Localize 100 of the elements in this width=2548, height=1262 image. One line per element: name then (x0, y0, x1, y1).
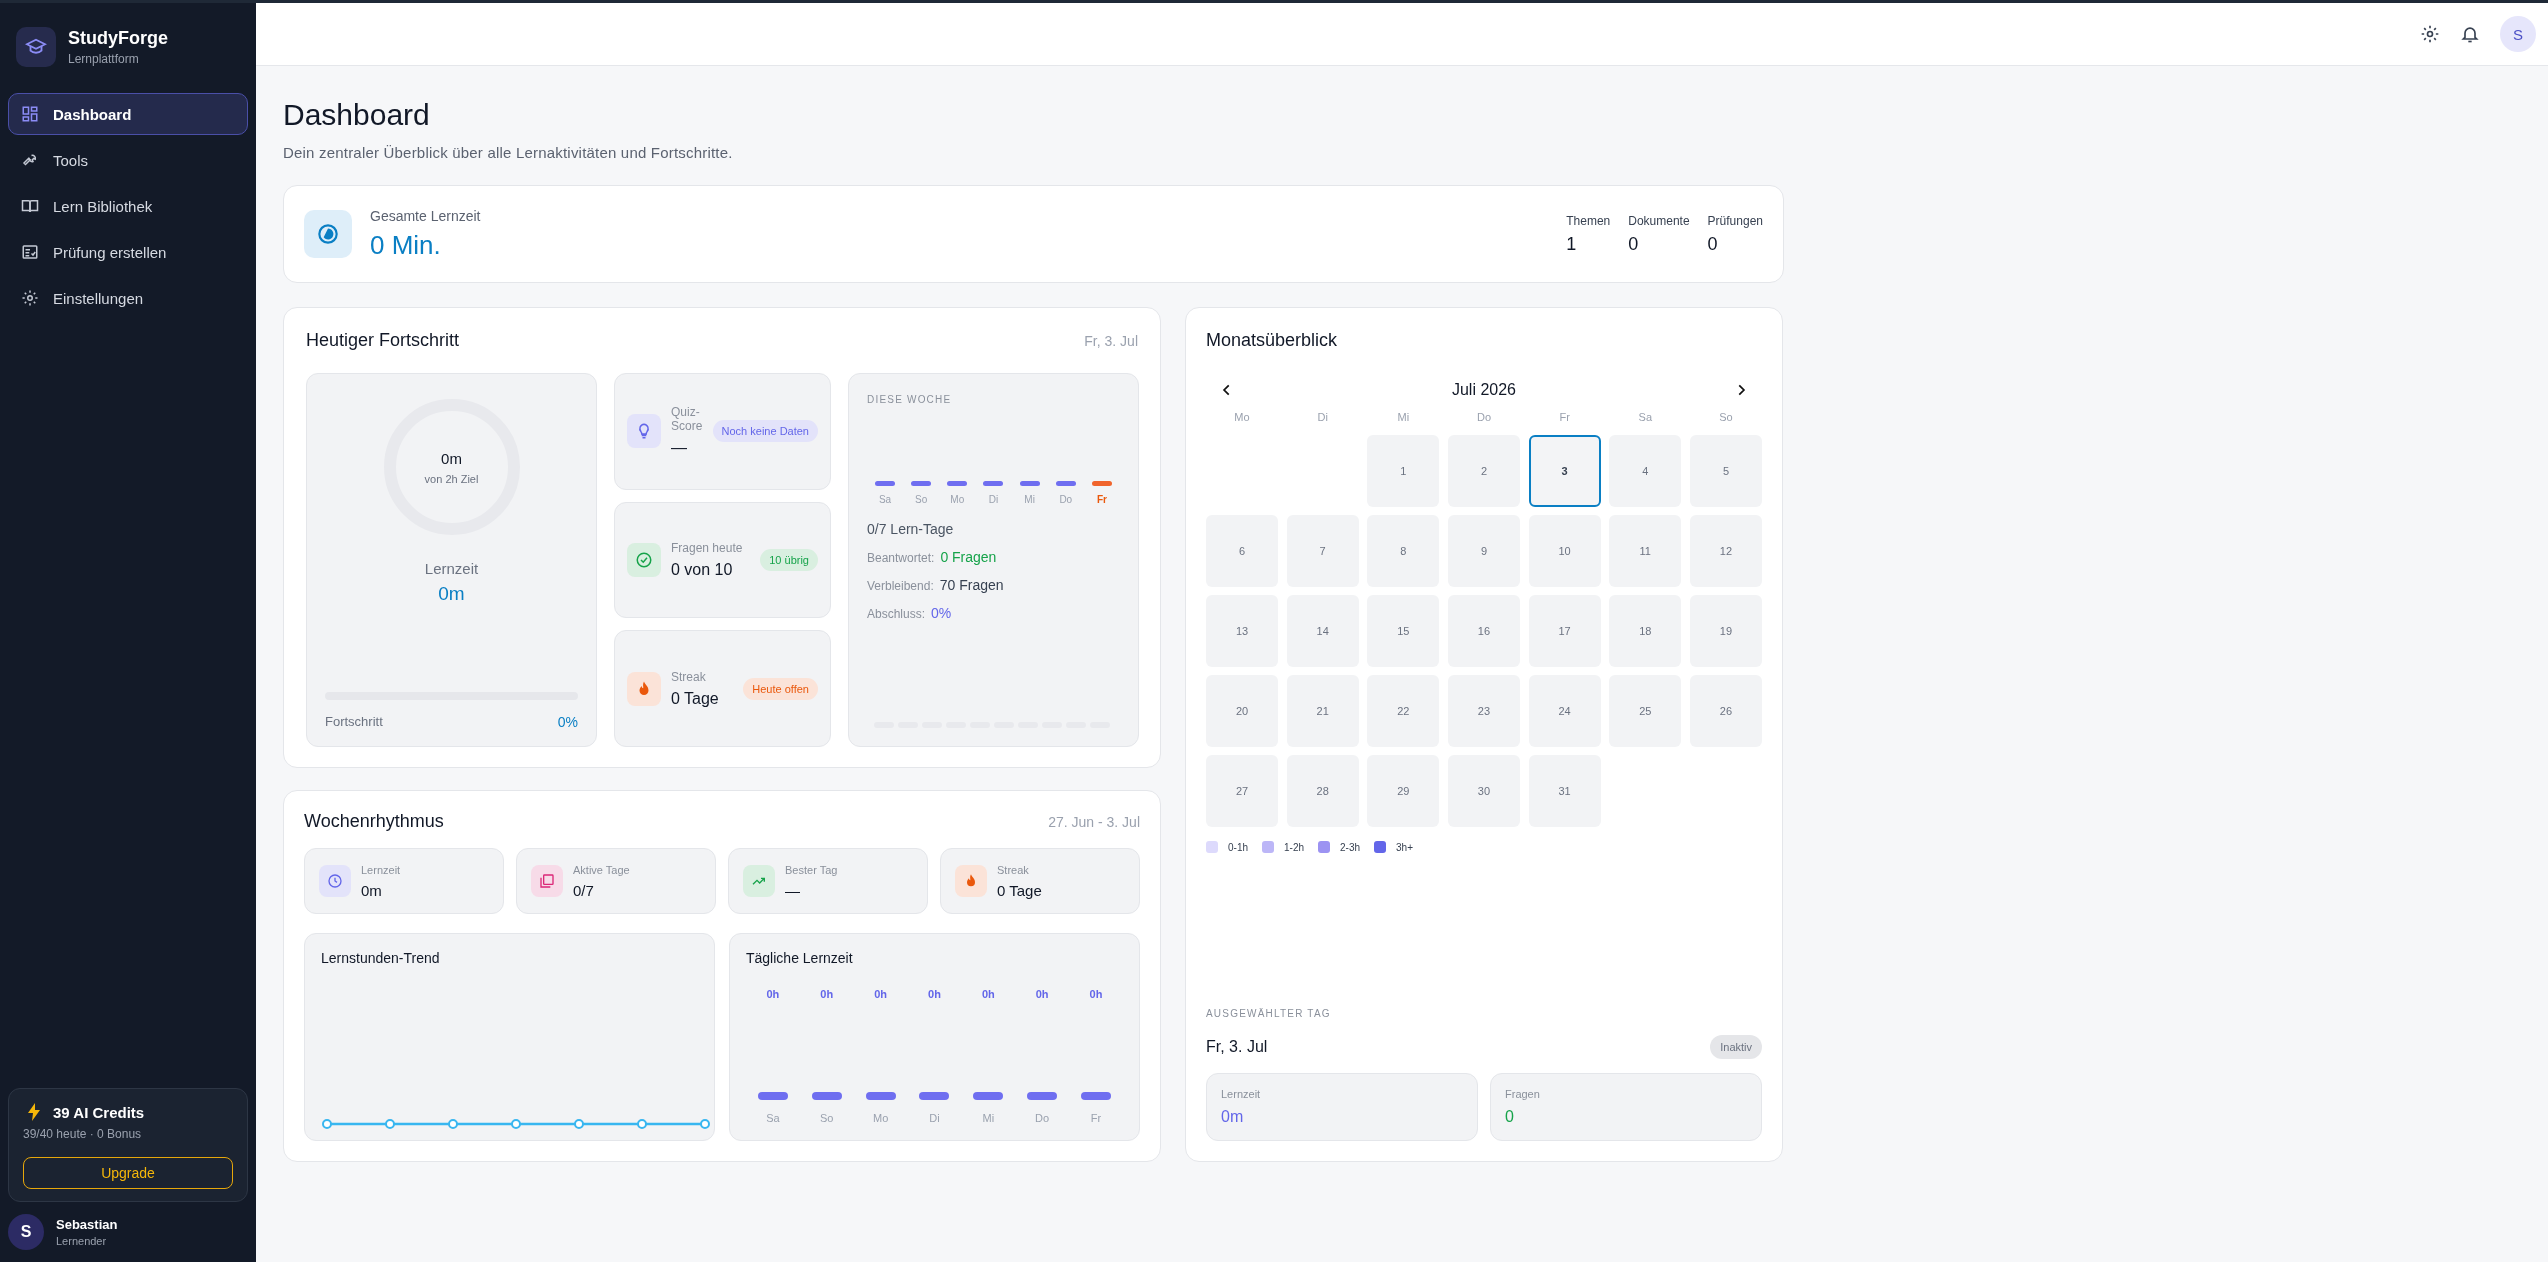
weekday-label: So (1718, 411, 1734, 425)
week-heading: DIESE WOCHE (867, 394, 953, 405)
user-role: Lernender (56, 1235, 108, 1247)
calendar-day[interactable]: 6 (1206, 515, 1278, 587)
nav-item[interactable]: Lern Bibliothek (8, 185, 248, 227)
calendar-day[interactable]: 9 (1447, 515, 1520, 587)
weekday-label: Sa (1637, 411, 1653, 425)
brand-name: StudyForge (68, 28, 168, 49)
upgrade-button[interactable]: Upgrade (23, 1157, 233, 1189)
stat-label: Lernzeit (361, 863, 402, 876)
day-label: So (915, 494, 928, 505)
calendar-day[interactable]: 14 (1286, 595, 1359, 667)
calendar-day[interactable]: 11 (1609, 515, 1682, 587)
calendar-day[interactable]: 7 (1286, 515, 1359, 587)
calendar-day[interactable]: 2 (1447, 435, 1520, 507)
user-avatar[interactable]: S (8, 1214, 44, 1250)
stat-label: Lernzeit (1221, 1088, 1262, 1100)
stat-value: 0/7 (573, 881, 595, 899)
selected-date: Fr, 3. Jul (1206, 1038, 1268, 1056)
calendar-day[interactable]: 18 (1609, 595, 1682, 667)
calendar-day[interactable]: 5 (1689, 435, 1762, 507)
calendar-day[interactable]: 16 (1447, 595, 1520, 667)
stat-label: Beantwortet: (867, 551, 935, 565)
calendar-day[interactable]: 27 (1206, 755, 1278, 827)
stat-label: Fragen (1505, 1088, 1541, 1100)
ring-value: 0m (441, 449, 462, 467)
stat-value: 1 (1566, 233, 1578, 255)
weekday-label: Fr (1558, 411, 1571, 425)
calendar-day[interactable]: 3 (1528, 435, 1601, 507)
calendar-day[interactable]: 19 (1689, 595, 1762, 667)
calendar-day[interactable]: 4 (1609, 435, 1682, 507)
nav-item[interactable]: Prüfung erstellen (8, 231, 248, 273)
status-badge: Noch keine Daten (712, 420, 818, 443)
value-label: 0h (874, 988, 888, 1000)
tile-label: Fragen heute (671, 541, 744, 555)
day-label: Fr (1096, 494, 1107, 505)
bar (973, 1092, 1004, 1100)
stat-value: 0% (931, 605, 952, 621)
status-badge: 10 übrig (760, 549, 818, 571)
bar (919, 1092, 950, 1100)
calendar-day[interactable]: 8 (1367, 515, 1440, 587)
card-title: Wochenrhythmus (304, 811, 444, 832)
day-label: Do (1035, 1112, 1050, 1124)
calendar-day[interactable]: 21 (1286, 675, 1359, 747)
calendar-day[interactable]: 12 (1689, 515, 1762, 587)
nav-item[interactable]: Tools (8, 139, 248, 181)
summary-value: 0 Min. (370, 229, 442, 261)
bar (1081, 1092, 1111, 1100)
day-label: Di (988, 494, 999, 505)
stat-value: 0 (1628, 233, 1640, 255)
cards-icon (531, 865, 563, 897)
chart-title: Tägliche Lernzeit (746, 950, 853, 966)
calendar-day[interactable]: 20 (1206, 675, 1278, 747)
nav-item[interactable]: Dashboard (8, 93, 248, 135)
card-title: Heutiger Fortschritt (306, 330, 460, 351)
weekday-label: Mo (1233, 411, 1251, 425)
calendar-day[interactable]: 17 (1528, 595, 1601, 667)
week-summary: 0/7 Lern-Tage (867, 521, 955, 537)
calendar-day[interactable]: 10 (1528, 515, 1601, 587)
calendar-day[interactable]: 15 (1367, 595, 1440, 667)
calendar-day[interactable]: 28 (1286, 755, 1359, 827)
calendar-day[interactable]: 1 (1367, 435, 1440, 507)
calendar-day[interactable]: 24 (1528, 675, 1601, 747)
credits-title: 39 AI Credits (53, 1103, 145, 1121)
user-avatar[interactable]: S (2500, 16, 2536, 52)
stat-value: 0m (1221, 1108, 1245, 1126)
settings-icon[interactable] (2420, 24, 2440, 44)
calendar-day[interactable]: 23 (1447, 675, 1520, 747)
weekday-label: Di (1316, 411, 1329, 425)
stat-label: Themen (1566, 213, 1611, 228)
trend-up-icon (743, 865, 775, 897)
tile-label: Quiz-Score (671, 405, 703, 434)
calendar-day[interactable]: 26 (1689, 675, 1762, 747)
user-name: Sebastian (56, 1217, 118, 1232)
study-time-value: 0m (438, 583, 465, 605)
notification-bell-icon[interactable] (2460, 24, 2480, 44)
value-label: 0h (1035, 988, 1049, 1000)
stat-label: Aktive Tage (573, 863, 631, 876)
status-badge: Heute offen (743, 677, 818, 700)
tile-value: 0 Tage (671, 689, 720, 708)
day-label: Mi (1024, 494, 1035, 505)
calendar-day[interactable]: 31 (1528, 755, 1601, 827)
stat-value: 0 Tage (997, 881, 1043, 899)
calendar-day[interactable]: 22 (1367, 675, 1440, 747)
card-title: Monatsüberblick (1206, 330, 1339, 351)
lightning-icon (27, 1103, 41, 1121)
stat-value: — (785, 881, 801, 899)
status-badge: Inaktiv (1710, 1035, 1762, 1059)
bar (865, 1092, 896, 1100)
stat-value: 0 Fragen (940, 549, 997, 565)
day-label: Sa (766, 1112, 780, 1124)
calendar-day[interactable]: 25 (1609, 675, 1682, 747)
calendar-day[interactable]: 13 (1206, 595, 1278, 667)
calendar-day[interactable]: 29 (1367, 755, 1440, 827)
book-icon (21, 197, 39, 215)
checklist-icon (21, 243, 39, 261)
credits-detail: 39/40 heute · 0 Bonus (23, 1127, 143, 1141)
nav-item[interactable]: Einstellungen (8, 277, 248, 319)
weekday-label: Do (1475, 411, 1492, 425)
calendar-day[interactable]: 30 (1447, 755, 1520, 827)
